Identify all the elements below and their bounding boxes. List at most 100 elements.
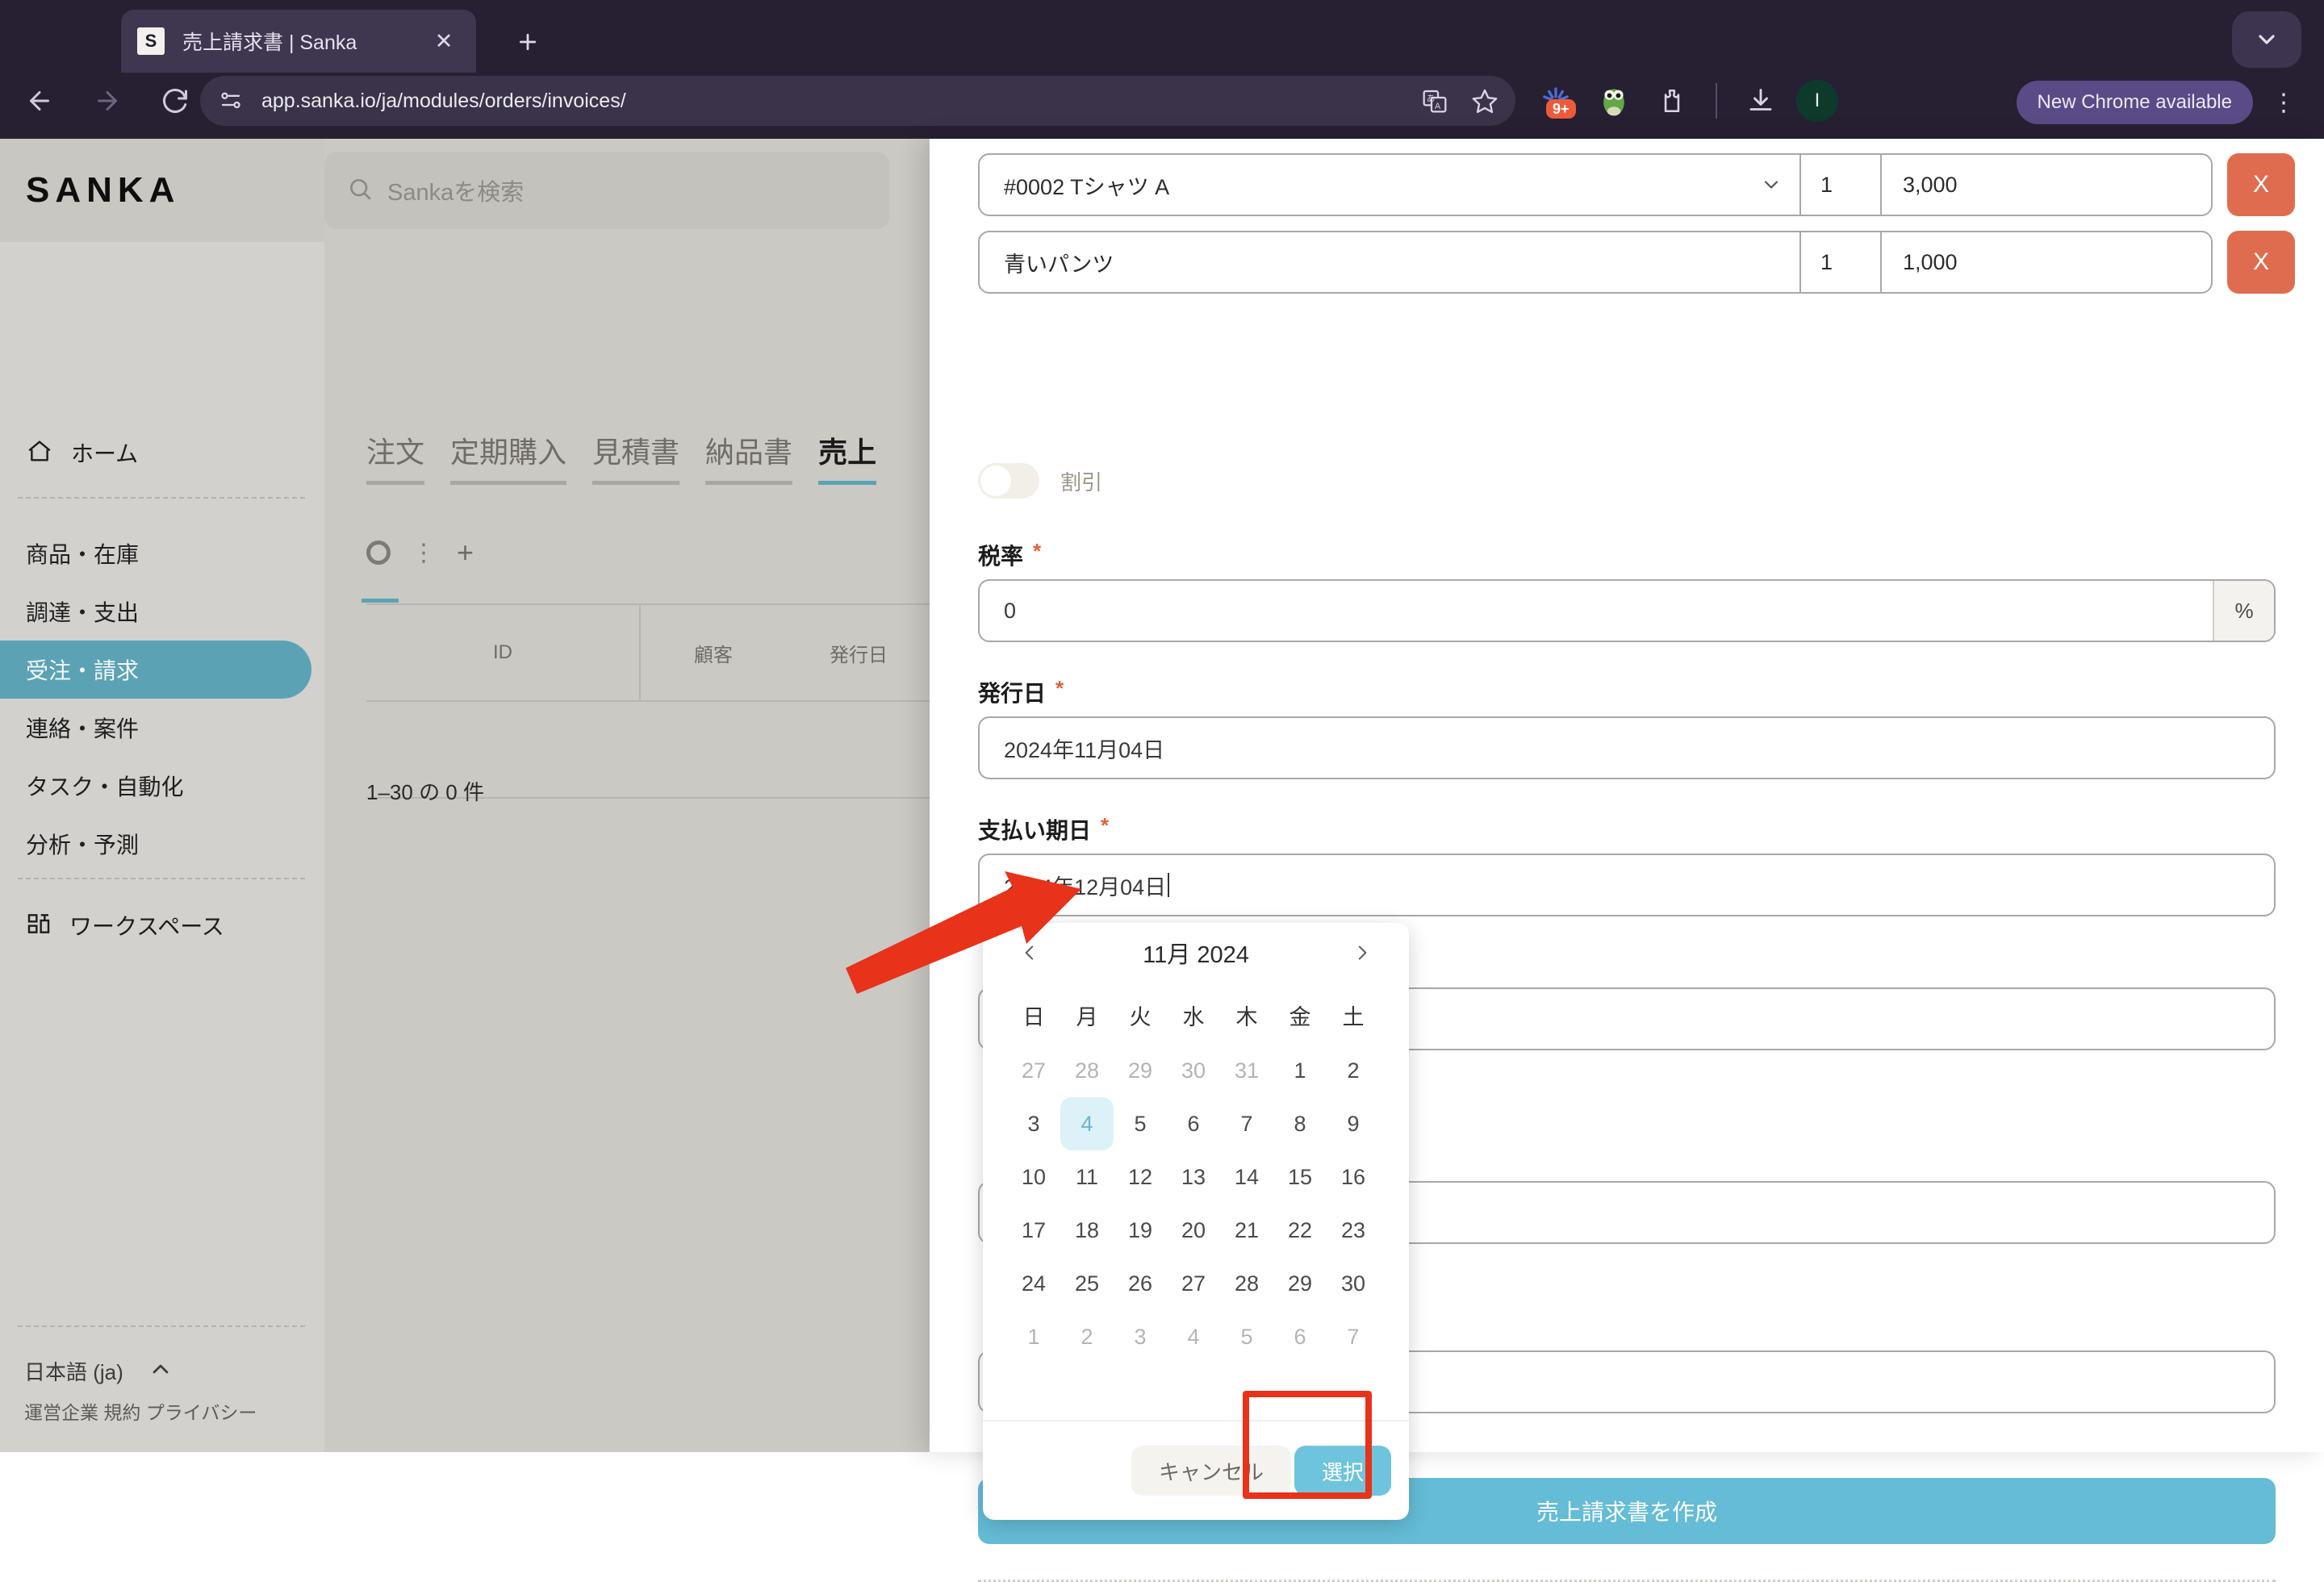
calendar-day[interactable]: 9 [1327,1097,1380,1150]
sidebar-item-tasks[interactable]: タスク・自動化 [0,757,311,815]
line-item-row[interactable]: #0002 Tシャツ A 1 3,000 [978,153,2213,216]
calendar-day[interactable]: 5 [1220,1310,1273,1363]
calendar-day[interactable]: 15 [1273,1150,1327,1204]
sidebar-item-procurement[interactable]: 調達・支出 [0,582,311,641]
column-header-customer[interactable]: 顧客 [641,605,786,700]
remove-line-item-button[interactable]: X [2227,231,2295,294]
view-kebab-icon[interactable]: ⋮ [412,539,436,567]
extensions-puzzle-icon[interactable] [1649,78,1695,123]
line-item-quantity[interactable]: 1 [1799,155,1880,215]
calendar-day[interactable]: 27 [1007,1044,1060,1097]
calendar-day[interactable]: 30 [1327,1257,1380,1310]
sidebar-item-home[interactable]: ホーム [11,428,311,478]
chevron-down-icon[interactable] [1743,173,1799,196]
calendar-day[interactable]: 16 [1327,1150,1380,1204]
frog-extension-icon[interactable] [1591,78,1636,123]
add-view-icon[interactable]: + [457,536,474,570]
remove-line-item-button[interactable]: X [2227,153,2295,216]
translate-icon[interactable]: あA [1415,81,1454,120]
calendar-day[interactable]: 5 [1114,1097,1167,1150]
calendar-day[interactable]: 26 [1114,1257,1167,1310]
tax-rate-input[interactable]: 0 % [978,579,2276,642]
calendar-day[interactable]: 1 [1273,1044,1327,1097]
calendar-day[interactable]: 20 [1167,1204,1220,1257]
new-tab-icon[interactable] [507,21,549,63]
back-icon[interactable] [11,73,68,129]
issue-date-input[interactable]: 2024年11月04日 [978,716,2276,779]
bookmark-star-icon[interactable] [1465,81,1504,120]
calendar-day[interactable]: 3 [1114,1310,1167,1363]
site-settings-icon[interactable] [211,81,250,120]
calendar-day[interactable]: 12 [1114,1150,1167,1204]
line-item-name[interactable]: 青いパンツ [980,247,1743,278]
tab-delivery-notes[interactable]: 納品書 [705,429,792,485]
calendar-day[interactable]: 24 [1007,1257,1060,1310]
calendar-day[interactable]: 19 [1114,1204,1167,1257]
tab-quotes[interactable]: 見積書 [592,429,679,485]
discount-toggle[interactable] [978,463,1039,499]
calendar-day[interactable]: 1 [1007,1310,1060,1363]
line-item-name[interactable]: #0002 Tシャツ A [980,169,1743,201]
calendar-day[interactable]: 22 [1273,1204,1327,1257]
chrome-update-button[interactable]: New Chrome available [2017,81,2253,124]
downloads-icon[interactable] [1738,78,1783,123]
column-header-id[interactable]: ID [366,605,641,700]
calendar-day[interactable]: 23 [1327,1204,1380,1257]
chevron-right-icon[interactable] [1344,935,1380,970]
select-button[interactable]: 選択 [1294,1446,1391,1496]
calendar-day[interactable]: 28 [1060,1044,1114,1097]
tab-sales-invoices[interactable]: 売上 [818,429,876,485]
line-item-quantity[interactable]: 1 [1799,232,1880,292]
calendar-day[interactable]: 25 [1060,1257,1114,1310]
calendar-day[interactable]: 6 [1167,1097,1220,1150]
sidebar-item-orders-invoices[interactable]: 受注・請求 [0,641,311,699]
avatar[interactable]: I [1796,80,1838,122]
view-circle-icon[interactable] [366,541,391,565]
calendar-day[interactable]: 2 [1327,1044,1380,1097]
column-header-issue-date[interactable]: 発行日 [786,605,931,700]
calendar-day[interactable]: 7 [1327,1310,1380,1363]
calendar-day[interactable]: 28 [1220,1257,1273,1310]
calendar-day[interactable]: 2 [1060,1310,1114,1363]
search-input[interactable]: Sankaを検索 [324,152,889,229]
calendar-day[interactable]: 7 [1220,1097,1273,1150]
calendar-day[interactable]: 21 [1220,1204,1273,1257]
calendar-day-selected[interactable]: 4 [1060,1097,1114,1150]
calendar-day[interactable]: 17 [1007,1204,1060,1257]
calendar-day[interactable]: 27 [1167,1257,1220,1310]
calendar-day[interactable]: 29 [1273,1257,1327,1310]
notification-extension-icon[interactable]: 9+ [1533,78,1578,123]
tab-subscriptions[interactable]: 定期購入 [450,429,566,485]
calendar-day[interactable]: 8 [1273,1097,1327,1150]
discount-toggle-row[interactable]: 割引 [978,463,1102,499]
sidebar-item-analytics[interactable]: 分析・予測 [0,815,311,873]
tab-orders[interactable]: 注文 [366,429,424,485]
sidebar-item-contacts[interactable]: 連絡・案件 [0,699,311,757]
chevron-up-icon[interactable] [148,1356,173,1386]
calendar-day[interactable]: 10 [1007,1150,1060,1204]
calendar-day[interactable]: 14 [1220,1150,1273,1204]
reload-icon[interactable] [147,73,203,129]
footer-links[interactable]: 運営企業 規約 プライバシー [0,1397,323,1425]
line-item-price[interactable]: 3,000 [1880,155,2211,215]
calendar-day[interactable]: 13 [1167,1150,1220,1204]
line-item-price[interactable]: 1,000 [1880,232,2211,292]
close-icon[interactable]: ✕ [428,25,460,57]
line-item-row[interactable]: 青いパンツ 1 1,000 [978,231,2213,294]
calendar-day[interactable]: 3 [1007,1097,1060,1150]
calendar-day[interactable]: 30 [1167,1044,1220,1097]
date-picker-title[interactable]: 11月 2024 [1143,936,1249,970]
calendar-day[interactable]: 6 [1273,1310,1327,1363]
chevron-left-icon[interactable] [1012,935,1047,970]
date-picker-popup[interactable]: 11月 2024 日 月 火 水 木 金 土 27 28 29 30 31 1 [983,923,1409,1520]
chevron-down-icon[interactable] [2232,11,2301,68]
due-date-input[interactable]: 2024年12月04日 [978,854,2276,916]
calendar-day[interactable]: 18 [1060,1204,1114,1257]
calendar-day[interactable]: 31 [1220,1044,1273,1097]
cancel-button[interactable]: キャンセル [1131,1446,1291,1496]
address-bar[interactable]: app.sanka.io/ja/modules/orders/invoices/… [200,76,1515,126]
calendar-day[interactable]: 29 [1114,1044,1167,1097]
sidebar-item-products[interactable]: 商品・在庫 [0,524,311,582]
language-selector[interactable]: 日本語 (ja) [0,1356,323,1386]
calendar-day[interactable]: 11 [1060,1150,1114,1204]
